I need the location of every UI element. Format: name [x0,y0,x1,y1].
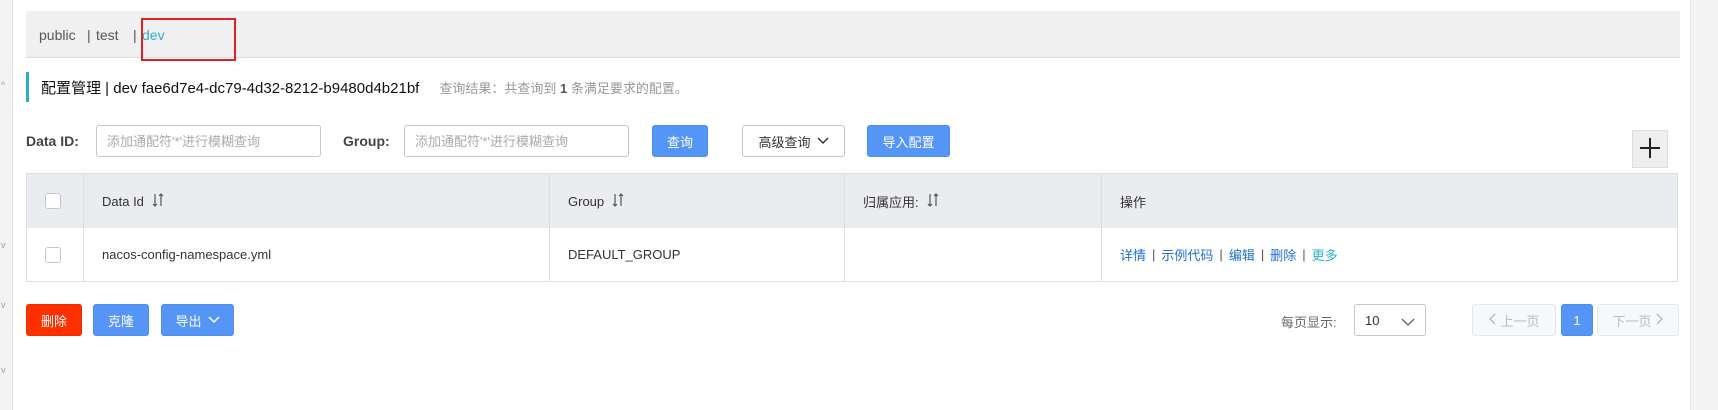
action-more-link[interactable]: 更多 [1312,245,1338,264]
page-button-current[interactable]: 1 [1561,304,1593,336]
column-header-group[interactable]: Group [550,174,845,228]
cell-data-id: nacos-config-namespace.yml [84,228,550,281]
result-count: 1 [559,80,568,96]
page-size-select[interactable]: 10 [1354,304,1426,336]
row-checkbox-cell [27,228,84,281]
sidebar-caret-icon[interactable]: ^ [1,80,5,90]
bulk-delete-button[interactable]: 删除 [26,304,82,336]
chevron-right-icon [1655,312,1664,328]
group-label: Group: [343,133,390,149]
action-separator: | [1260,247,1265,262]
query-result-hint: 查询结果：共查询到 1 条满足要求的配置。 [439,80,688,96]
add-config-button[interactable] [1632,130,1668,168]
action-separator: | [1152,247,1156,262]
bulk-clone-button[interactable]: 克隆 [93,304,149,336]
cell-group: DEFAULT_GROUP [550,228,845,281]
page-size-label: 每页显示: [1281,315,1337,330]
action-separator: | [1219,247,1223,262]
action-separator: | [1302,247,1306,262]
column-header-data-id[interactable]: Data Id [84,174,550,228]
vertical-scrollbar[interactable] [1690,0,1718,410]
cell-app [845,228,1102,281]
table-row: nacos-config-namespace.yml DEFAULT_GROUP… [27,228,1677,281]
config-table: Data Id Group 归属应用: 操作 nacos-config-name… [26,173,1678,282]
prev-page-button[interactable]: 上一页 [1472,304,1556,336]
table-header: Data Id Group 归属应用: 操作 [27,174,1677,229]
query-button[interactable]: 查询 [652,125,708,157]
main-content: public | test | dev 配置管理 | dev fae6d7e4-… [26,0,1680,410]
cell-actions: 详情 | 示例代码 | 编辑 | 删除 | 更多 [1102,228,1677,281]
sort-arrows-icon[interactable] [152,192,164,210]
sidebar-caret-icon[interactable]: v [1,300,6,310]
chevron-down-icon [1401,315,1415,330]
bulk-export-button[interactable]: 导出 [161,304,234,336]
left-sidebar-strip: ^ v v v [0,0,13,410]
action-delete-link[interactable]: 删除 [1270,245,1296,264]
advanced-query-button[interactable]: 高级查询 [742,125,845,157]
select-all-checkbox[interactable] [45,193,61,209]
action-edit-link[interactable]: 编辑 [1229,245,1255,264]
data-id-input[interactable] [96,125,321,157]
data-id-label: Data ID: [26,133,79,149]
action-sample-code-link[interactable]: 示例代码 [1161,245,1213,264]
namespace-tab-public[interactable]: public [39,27,76,43]
group-input[interactable] [404,125,629,157]
namespace-separator: | [87,27,91,43]
plus-icon [1639,137,1661,162]
sort-arrows-icon[interactable] [927,192,939,210]
import-config-button[interactable]: 导入配置 [867,125,950,157]
namespace-bar: public | test | dev [26,11,1680,61]
namespace-separator: | [133,27,137,43]
sort-arrows-icon[interactable] [612,192,624,210]
header-checkbox-cell [27,174,84,228]
next-page-button[interactable]: 下一页 [1597,304,1679,336]
highlight-annotation-box [141,18,236,61]
page-title-row: 配置管理 | dev fae6d7e4-dc79-4d32-8212-b9480… [26,72,688,102]
chevron-left-icon [1488,312,1497,328]
sidebar-caret-icon[interactable]: v [1,365,6,375]
sidebar-caret-icon[interactable]: v [1,240,6,250]
action-detail-link[interactable]: 详情 [1120,245,1146,264]
page-title: 配置管理 | dev fae6d7e4-dc79-4d32-8212-b9480… [41,79,420,97]
column-header-app[interactable]: 归属应用: [845,174,1102,228]
chevron-down-icon [207,316,220,324]
chevron-down-icon [816,137,829,145]
column-header-actions: 操作 [1120,194,1147,210]
row-checkbox[interactable] [45,246,61,263]
namespace-tab-test[interactable]: test [96,27,119,43]
